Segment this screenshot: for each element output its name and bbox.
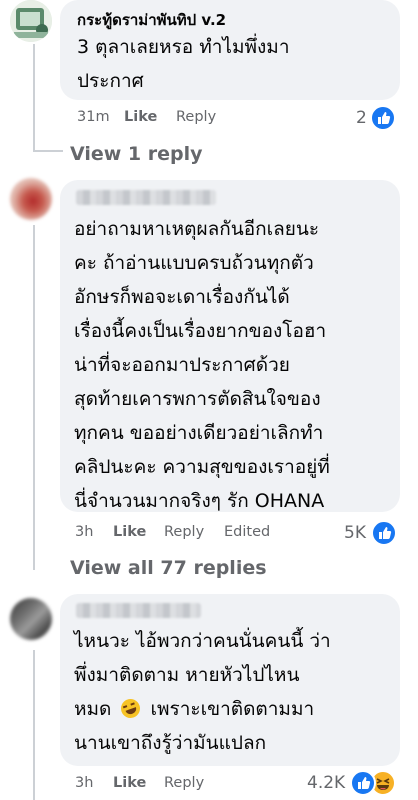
comment-text-line: คะ ถ้าอ่านแบบครบถ้วนทุกตัว (74, 252, 314, 274)
thread-line (33, 44, 35, 152)
reply-button[interactable]: Reply (164, 524, 204, 540)
blurred-author-name (76, 190, 216, 205)
rofl-emoji-icon (118, 696, 144, 721)
comment-text-segment: เพราะเขาติดตามมา (150, 698, 315, 720)
comment-time[interactable]: 31m (77, 109, 110, 125)
comment-text-line: น่าที่จะออกมาประกาศด้วย (74, 354, 290, 376)
comment-text-line: เรื่องนี้คงเป็นเรื่องยากของโอฮา (74, 320, 327, 342)
comment-text-line: หมด เพราะเขาติดตามมา (74, 692, 314, 727)
reply-button[interactable]: Reply (164, 775, 204, 791)
comment-text-line: ประกาศ (77, 70, 144, 92)
like-icon[interactable] (370, 105, 396, 131)
like-button[interactable]: Like (113, 524, 146, 540)
view-replies-link[interactable]: View all 77 replies (70, 557, 267, 579)
like-button[interactable]: Like (113, 775, 146, 791)
thread-line-curve (33, 150, 63, 152)
comment-time[interactable]: 3h (75, 775, 93, 791)
avatar[interactable] (10, 178, 52, 220)
comment-text-line: นานเขาถึงรู้ว่ามันแปลก (74, 732, 267, 754)
comment-text-line: คลิปนะคะ ความสุขของเราอยู่ที่ (74, 456, 330, 478)
comment-text-line: อักษรก็พอจะเดาเรื่องกันได้ (74, 286, 290, 308)
comment-text-segment: หมด (74, 698, 112, 720)
reaction-count[interactable]: 5K (344, 523, 366, 543)
comment-text-line: พึ่งมาติดตาม หายหัวไปไหน (74, 664, 300, 686)
comment-text-line: นี่จำนวนมากจริงๆ รัก OHANA (74, 490, 325, 512)
comment-author[interactable]: กระทู้ดราม่าพันทิป v.2 (77, 8, 226, 32)
thread-line (33, 225, 35, 570)
avatar[interactable] (10, 0, 52, 42)
like-icon[interactable] (350, 770, 376, 796)
avatar[interactable] (10, 598, 52, 640)
reply-button[interactable]: Reply (176, 109, 216, 125)
comment-text-line: อย่าถามหาเหตุผลกันอีกเลยนะ (74, 218, 320, 240)
like-icon[interactable] (371, 520, 397, 546)
comment-text-line: ไหนวะ ไอ้พวกว่าคนนั่นคนนี้ ว่า (74, 630, 331, 652)
reaction-count[interactable]: 2 (356, 108, 367, 128)
reaction-count[interactable]: 4.2K (307, 773, 345, 793)
edited-label[interactable]: Edited (224, 524, 270, 540)
like-button[interactable]: Like (124, 109, 157, 125)
view-replies-link[interactable]: View 1 reply (70, 143, 203, 165)
comment-time[interactable]: 3h (75, 524, 93, 540)
comment-text-line: สุดท้ายเคารพการตัดสินใจของ (74, 388, 321, 410)
comment-text-line: ทุกคน ขออย่างเดียวอย่าเลิกทำ (74, 422, 324, 444)
thread-line (33, 650, 35, 800)
page-avatar-icon (10, 0, 52, 42)
blurred-author-name (76, 603, 201, 618)
comment-text-line: 3 ตุลาเลยหรอ ทำไมพึ่งมา (77, 36, 290, 58)
